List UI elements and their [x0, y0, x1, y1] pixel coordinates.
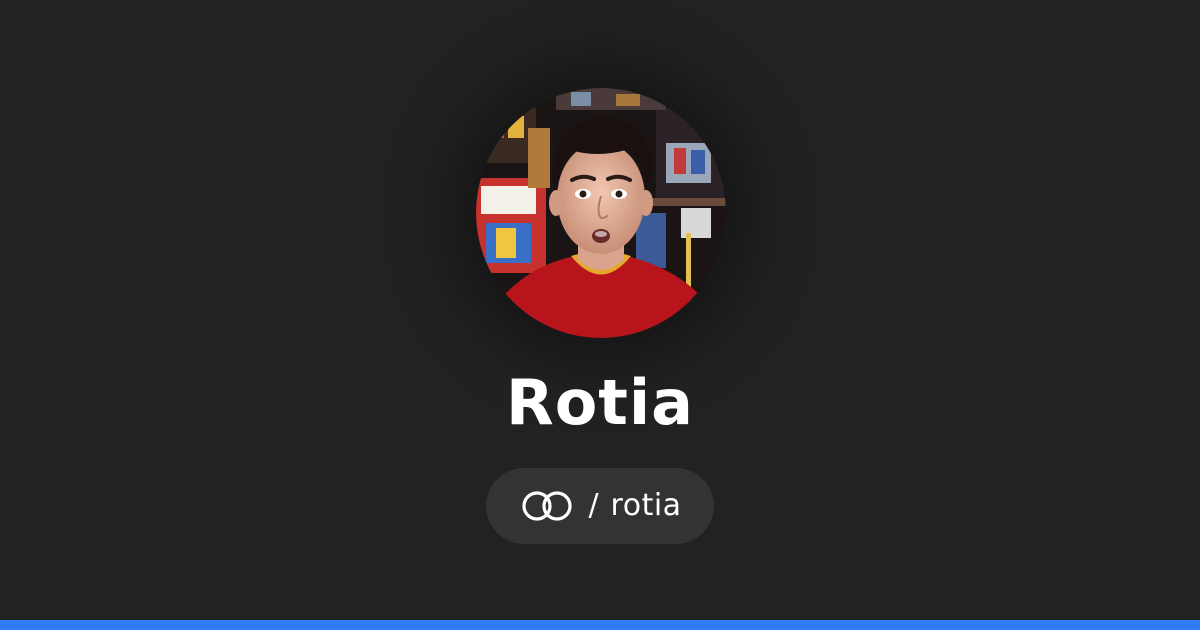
profile-name: Rotia: [505, 366, 695, 439]
handle-pill[interactable]: / rotia: [486, 468, 714, 544]
handle-separator: /: [588, 488, 599, 523]
avatar-container: [476, 88, 726, 338]
accent-bar: [0, 620, 1200, 630]
profile-handle: rotia: [610, 488, 682, 523]
avatar: [476, 88, 726, 338]
linked-rings-logo-icon: [522, 491, 573, 521]
profile-card: Rotia / rotia: [0, 0, 1200, 630]
